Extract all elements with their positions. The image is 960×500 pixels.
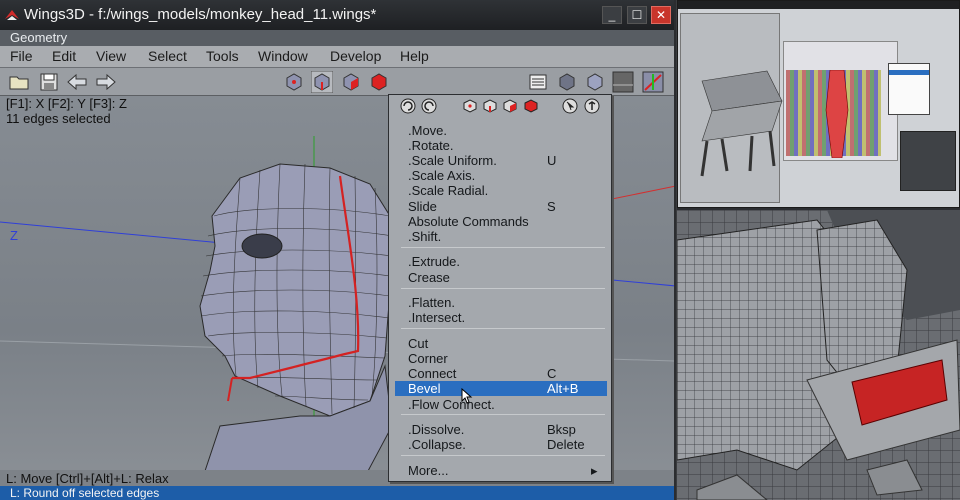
popup-mode-toolbar: [389, 95, 611, 119]
close-button[interactable]: ✕: [651, 6, 671, 24]
tweak-icon[interactable]: [584, 98, 600, 114]
menu-item-shift[interactable]: .Shift.: [395, 229, 607, 244]
outliner-panel-thumb: [900, 131, 956, 191]
edge-select-mode-icon[interactable]: [311, 71, 333, 93]
body-mode-icon[interactable]: [523, 98, 539, 114]
menu-window[interactable]: Window: [258, 48, 308, 64]
menu-item-corner[interactable]: Corner: [395, 351, 607, 366]
shortcut-collapse: Delete: [547, 437, 585, 452]
vertex-select-mode-icon[interactable]: [283, 71, 305, 93]
ground-plane-icon[interactable]: [612, 71, 634, 93]
shortcut-dissolve: Bksp: [547, 422, 576, 437]
reference-screenshots-panel: [677, 0, 960, 500]
menu-item-intersect[interactable]: .Intersect.: [395, 310, 607, 325]
chair-model: [700, 70, 783, 177]
menu-file[interactable]: File: [10, 48, 33, 64]
menu-separator: [401, 328, 605, 329]
screen: { "window": {"title": "Wings3D - f:/wing…: [0, 0, 960, 500]
menu-item-more[interactable]: More... ▸: [395, 463, 607, 478]
menu-item-scale-radial[interactable]: .Scale Radial.: [395, 183, 607, 198]
menu-item-move[interactable]: .Move.: [395, 123, 607, 138]
menu-separator: [401, 414, 605, 415]
cows-render-thumbnail: [677, 210, 960, 500]
menu-edit[interactable]: Edit: [52, 48, 76, 64]
face-select-mode-icon[interactable]: [340, 71, 362, 93]
menu-item-crease[interactable]: Crease: [395, 270, 607, 285]
shortcut-slide: S: [547, 199, 556, 214]
menu-bar: File Edit View Select Tools Window Devel…: [0, 46, 674, 68]
uv-island: [825, 70, 849, 158]
edge-mode-icon[interactable]: [482, 98, 498, 114]
uv-editor-window: [783, 41, 898, 161]
menu-item-extrude[interactable]: .Extrude.: [395, 254, 607, 269]
pointer-icon[interactable]: [562, 98, 578, 114]
wings3d-main-window: Wings3D - f:/wings_models/monkey_head_11…: [0, 0, 676, 500]
menu-item-dissolve[interactable]: .Dissolve. Bksp: [395, 422, 607, 437]
axes-toggle-icon[interactable]: [642, 71, 664, 93]
window-title: Wings3D - f:/wings_models/monkey_head_11…: [24, 6, 377, 23]
menu-view[interactable]: View: [96, 48, 126, 64]
menu-item-rotate[interactable]: .Rotate.: [395, 138, 607, 153]
shortcut-bevel: Alt+B: [547, 381, 579, 396]
rotate-right-icon[interactable]: [421, 98, 437, 114]
menu-separator: [401, 455, 605, 456]
mouse-button-hint: L: Move [Ctrl]+[Alt]+L: Relax: [6, 471, 169, 486]
menu-item-bevel[interactable]: Bevel Alt+B: [395, 381, 607, 396]
edge-command-popup-menu: .Move. .Rotate. .Scale Uniform. U .Scale …: [388, 94, 612, 482]
menu-item-connect[interactable]: Connect C: [395, 366, 607, 381]
redo-arrow-icon[interactable]: [95, 71, 117, 93]
menu-separator: [401, 247, 605, 248]
shortcut-connect: C: [547, 366, 557, 381]
undo-arrow-icon[interactable]: [66, 71, 88, 93]
wireframe-toggle-icon[interactable]: [584, 71, 606, 93]
toolbar: [0, 68, 674, 96]
thumb-titlebar: [678, 1, 959, 9]
save-icon[interactable]: [38, 71, 60, 93]
menu-item-flow-connect[interactable]: .Flow Connect.: [395, 397, 607, 412]
mouse-cursor-icon: [461, 388, 473, 404]
title-bar[interactable]: Wings3D - f:/wings_models/monkey_head_11…: [0, 0, 674, 30]
menu-item-scale-axis[interactable]: .Scale Axis.: [395, 168, 607, 183]
outliner-icon[interactable]: [527, 71, 549, 93]
axis-label-z: Z: [10, 228, 18, 243]
uv-context-menu: [888, 63, 930, 115]
menu-item-cut[interactable]: Cut: [395, 336, 607, 351]
open-folder-icon[interactable]: [8, 71, 30, 93]
body-select-mode-icon[interactable]: [368, 71, 390, 93]
fkey-axis-hints: [F1]: X [F2]: Y [F3]: Z: [6, 96, 127, 111]
minimize-button[interactable]: _: [602, 6, 622, 24]
menu-tools[interactable]: Tools: [206, 48, 239, 64]
submenu-arrow-icon: ▸: [591, 463, 598, 478]
command-help-line: L: Round off selected edges: [0, 486, 674, 500]
wings3d-logo-icon: [5, 10, 19, 20]
shortcut-scale-uniform: U: [547, 153, 557, 168]
menu-item-slide[interactable]: Slide S: [395, 199, 607, 214]
vertex-mode-icon[interactable]: [462, 98, 478, 114]
chair-and-uv-editor-thumbnail: [677, 0, 960, 208]
rotate-left-icon[interactable]: [400, 98, 416, 114]
menu-item-flatten[interactable]: .Flatten.: [395, 295, 607, 310]
smooth-preview-icon[interactable]: [556, 71, 578, 93]
maximize-button[interactable]: ☐: [627, 6, 647, 24]
cows-scene: [677, 210, 960, 500]
face-mode-icon[interactable]: [502, 98, 518, 114]
selection-info: 11 edges selected: [6, 111, 111, 126]
menu-help[interactable]: Help: [400, 48, 429, 64]
menu-item-scale-uniform[interactable]: .Scale Uniform. U: [395, 153, 607, 168]
menu-develop[interactable]: Develop: [330, 48, 381, 64]
menu-select[interactable]: Select: [148, 48, 187, 64]
menu-item-collapse[interactable]: .Collapse. Delete: [395, 437, 607, 452]
geometry-header: Geometry: [0, 30, 674, 46]
menu-separator: [401, 288, 605, 289]
menu-item-absolute-commands[interactable]: Absolute Commands: [395, 214, 607, 229]
